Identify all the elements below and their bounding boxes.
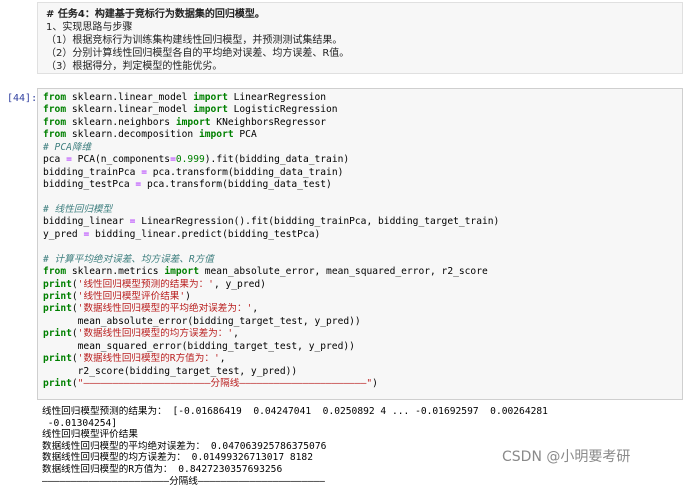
- code-token: print: [43, 291, 72, 302]
- markdown-cell[interactable]: # 任务4：构建基于竞标行为数据集的回归模型。 1、实现思路与步骤 （1）根据竞…: [37, 2, 683, 74]
- code-token: print: [43, 353, 72, 365]
- output-line: 线性回归模型评价结果: [42, 429, 138, 441]
- code-token: # 线性回归模型: [43, 203, 113, 215]
- code-token: mean_squared_error(bidding_target_test, …: [43, 340, 355, 352]
- code-token: pca.transform(bidding_data_train): [146, 166, 344, 178]
- code-line: print('数据线性回归模型的均方误差为：',: [43, 328, 677, 340]
- code-token: '线性回归模型预测的结果为：': [77, 278, 214, 290]
- code-token: ): [185, 291, 191, 302]
- code-token: sklearn.neighbors: [66, 116, 176, 128]
- code-token: sklearn.linear_model: [66, 104, 194, 116]
- code-line: print("——————————————————————分隔线————————…: [43, 378, 677, 390]
- code-token: from: [43, 266, 67, 278]
- code-token: from: [43, 116, 67, 128]
- code-token: LogisticRegression: [227, 104, 338, 116]
- code-token: import: [193, 104, 228, 116]
- code-line: # PCA降维: [43, 142, 677, 154]
- code-token: print: [43, 328, 72, 340]
- code-token: sklearn.linear_model: [66, 92, 194, 103]
- code-line: print('数据线性回归模型的R方值为：',: [43, 353, 677, 365]
- markdown-line: （3）根据得分，判定模型的性能优劣。: [46, 61, 223, 72]
- code-token: '数据线性回归模型的平均绝对误差为：': [77, 303, 253, 315]
- code-token: r2_score(bidding_target_test, y_pred)): [43, 365, 298, 377]
- code-token: ,: [219, 353, 226, 365]
- code-token: '数据线性回归模型的均方误差为：': [77, 328, 234, 340]
- code-token: bidding_trainPca: [43, 166, 142, 178]
- code-token: PCA(n_components: [71, 154, 171, 166]
- code-token: sklearn.decomposition: [66, 129, 199, 141]
- code-token: print: [43, 303, 72, 315]
- code-token: import: [198, 129, 234, 141]
- code-token: KNeighborsRegressor: [210, 116, 327, 128]
- code-line: print('数据线性回归模型的平均绝对误差为：',: [43, 303, 677, 315]
- code-token: PCA: [233, 129, 257, 141]
- code-line: from sklearn.neighbors import KNeighbors…: [43, 117, 677, 129]
- markdown-line: （1）根据竞标行为训练集构建线性回归模型，并预测测试集结果。: [46, 35, 343, 46]
- code-line: from sklearn.linear_model import LinearR…: [43, 92, 677, 104]
- code-token: '数据线性回归模型的R方值为：': [77, 353, 220, 365]
- code-token: y_pred: [43, 228, 84, 240]
- code-line: from sklearn.linear_model import Logisti…: [43, 104, 677, 116]
- code-line: bidding_linear = LinearRegression().fit(…: [43, 216, 677, 228]
- code-token: import: [175, 116, 211, 128]
- code-line: # 线性回归模型: [43, 204, 677, 216]
- code-token: from: [43, 92, 67, 103]
- code-line: mean_squared_error(bidding_target_test, …: [43, 341, 677, 353]
- code-token: import: [193, 92, 228, 103]
- code-token: sklearn.metrics: [66, 266, 165, 278]
- code-token: from: [43, 129, 67, 141]
- code-token: pca.transform(bidding_data_test): [141, 179, 332, 191]
- code-line: # 计算平均绝对误差、均方误差、R方值: [43, 254, 677, 266]
- code-cell-editor[interactable]: from sklearn.linear_model import LinearR…: [37, 88, 683, 400]
- markdown-line: 1、实现思路与步骤: [46, 22, 133, 33]
- code-line: pca = PCA(n_components=0.999).fit(biddin…: [43, 154, 677, 166]
- markdown-line: （2）分别计算线性回归模型各自的平均绝对误差、均方误差、R值。: [46, 48, 350, 59]
- code-line: r2_score(bidding_target_test, y_pred)): [43, 366, 677, 378]
- code-line: from sklearn.metrics import mean_absolut…: [43, 266, 677, 278]
- code-token: print: [43, 378, 72, 390]
- code-token: ,: [233, 328, 239, 340]
- code-token: from: [43, 104, 67, 116]
- code-line: y_pred = bidding_linear.predict(bidding_…: [43, 229, 677, 241]
- code-token: ,: [252, 303, 259, 315]
- code-line: mean_absolute_error(bidding_target_test,…: [43, 316, 677, 328]
- code-token: bidding_linear: [43, 216, 130, 228]
- code-token: LinearRegression: [227, 92, 327, 103]
- code-token: mean_absolute_error, mean_squared_error,…: [198, 266, 488, 278]
- code-token: bidding_linear.predict(bidding_testPca): [89, 228, 321, 240]
- code-line: print('线性回归模型预测的结果为：', y_pred): [43, 279, 677, 291]
- code-token: # 计算平均绝对误差、均方误差、R方值: [43, 253, 214, 265]
- output-line: 线性回归模型预测的结果为： [-0.01686419 0.04247041 0.…: [42, 406, 548, 417]
- code-token: 0.999: [175, 154, 205, 166]
- output-line: ——————————————————————分隔线———————————————…: [42, 475, 325, 487]
- code-token: import: [164, 266, 199, 278]
- code-line: bidding_trainPca = pca.transform(bidding…: [43, 167, 677, 179]
- code-token: pca: [43, 154, 67, 166]
- code-token: mean_absolute_error(bidding_target_test,…: [43, 315, 361, 327]
- output-line: -0.01304254]: [42, 417, 118, 429]
- code-token: print: [43, 278, 72, 290]
- markdown-title: # 任务4：构建基于竞标行为数据集的回归模型。: [46, 9, 265, 20]
- code-token: # PCA降维: [43, 141, 92, 153]
- code-token: ): [372, 378, 378, 390]
- code-token: bidding_testPca: [43, 179, 136, 191]
- code-token: '线性回归模型评价结果': [77, 291, 186, 302]
- code-token: LinearRegression().fit(bidding_trainPca,…: [135, 216, 500, 228]
- code-line: print('线性回归模型评价结果'): [43, 291, 677, 303]
- code-token: , y_pred): [213, 278, 266, 290]
- code-line: bidding_testPca = pca.transform(bidding_…: [43, 179, 677, 191]
- cell-prompt: [44]:: [7, 93, 38, 104]
- code-line: from sklearn.decomposition import PCA: [43, 129, 677, 141]
- code-token: ).fit(bidding_data_train): [204, 154, 350, 166]
- code-token: "——————————————————————分隔线——————————————…: [77, 378, 373, 390]
- watermark: CSDN @小明要考研: [502, 449, 631, 465]
